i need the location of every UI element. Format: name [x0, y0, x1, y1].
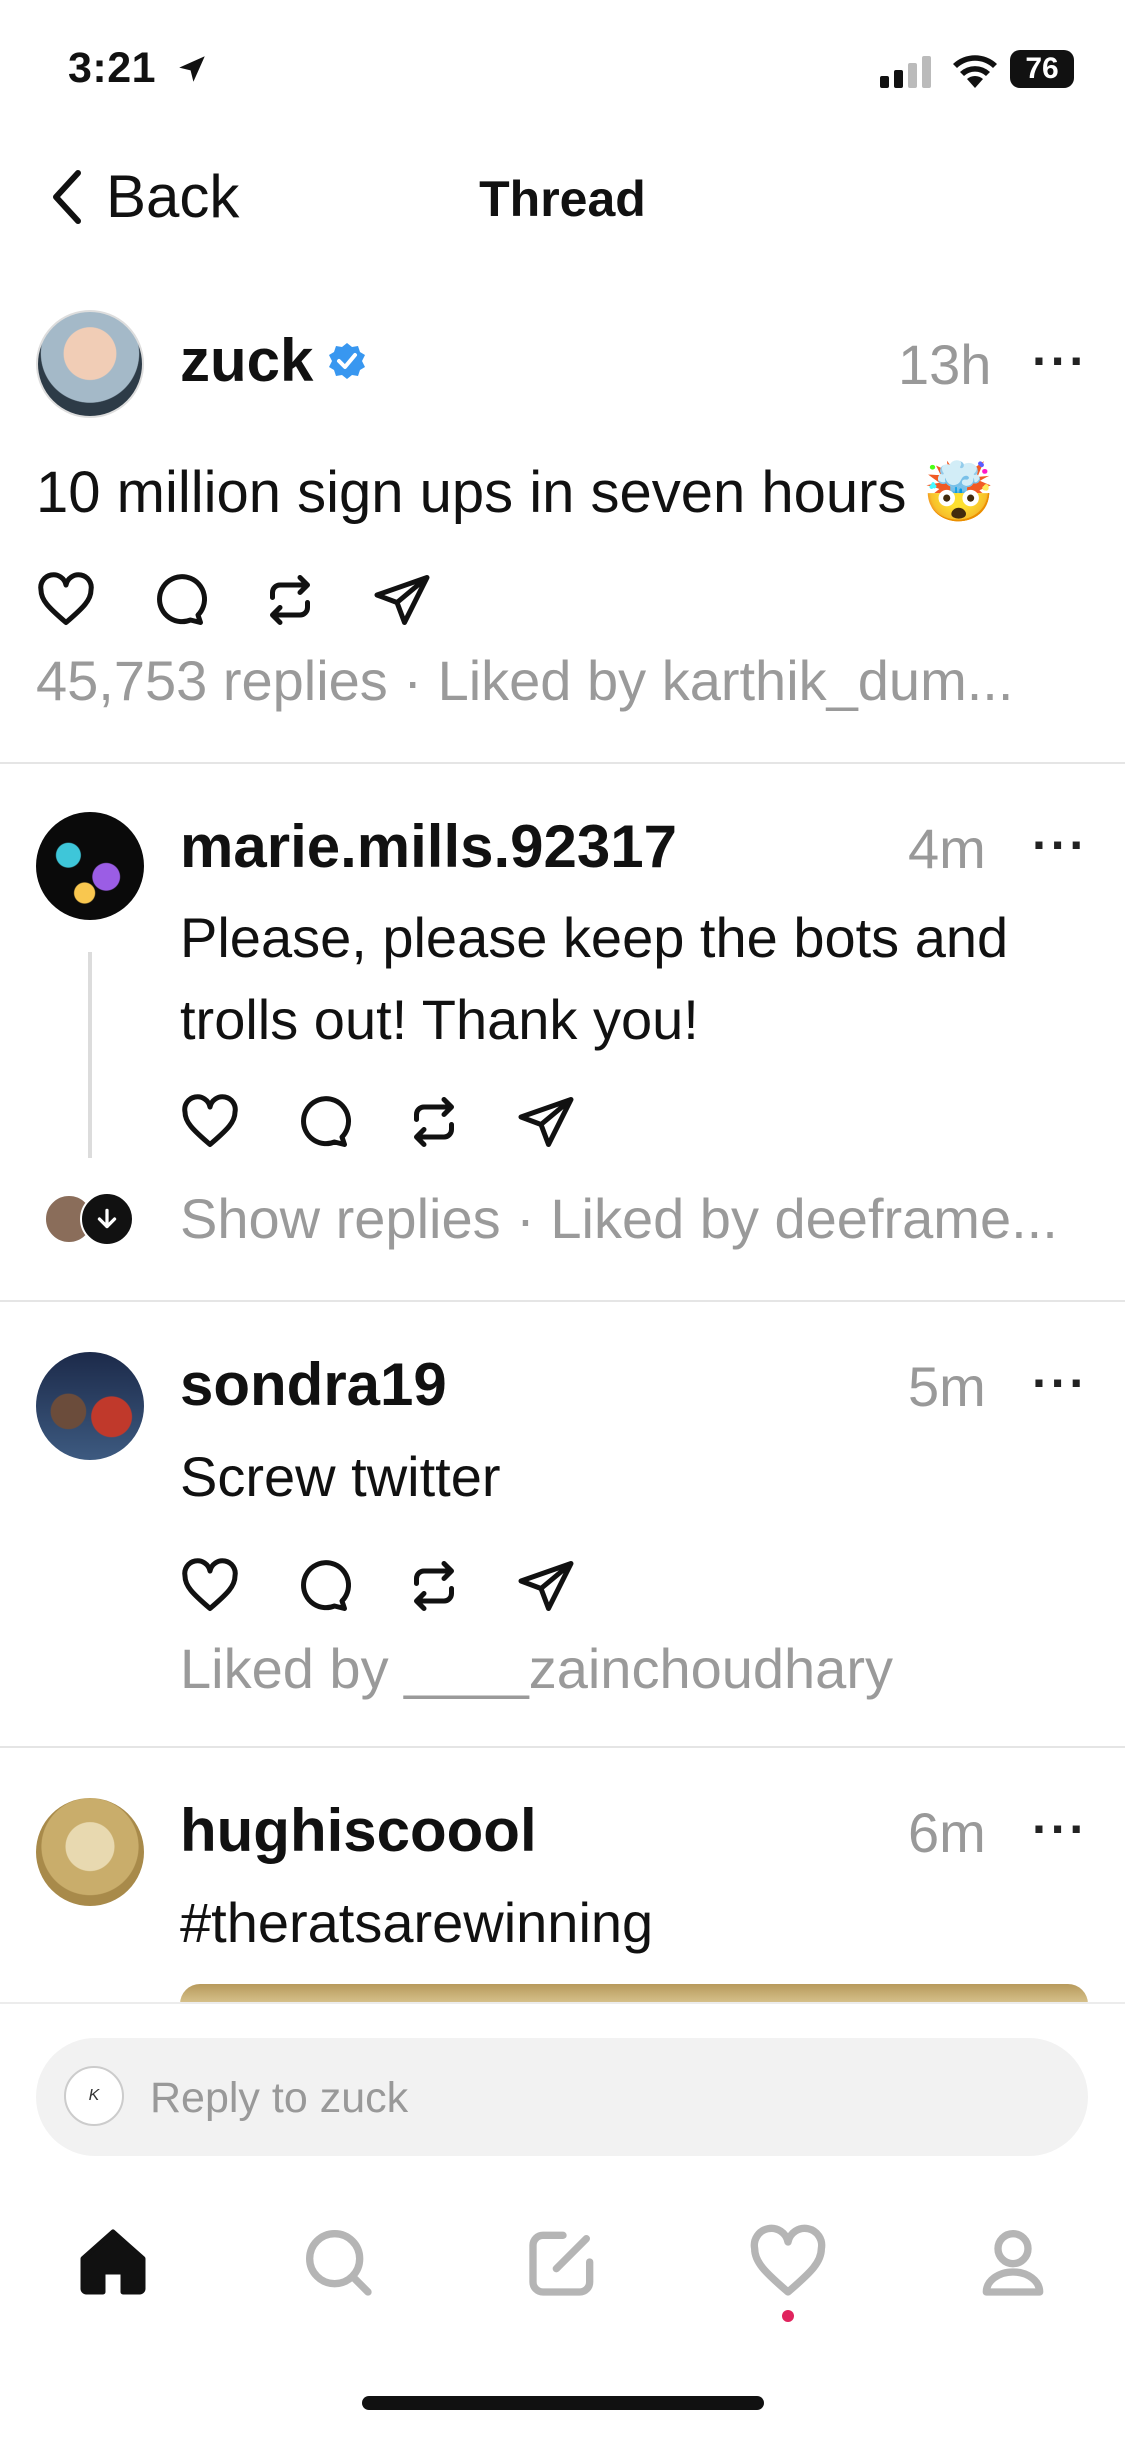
- share-icon[interactable]: [372, 570, 432, 630]
- reply-time: 6m: [908, 1801, 986, 1864]
- reply-time: 4m: [908, 817, 986, 880]
- divider: [0, 1300, 1125, 1302]
- home-icon[interactable]: [73, 2222, 153, 2302]
- more-options-icon[interactable]: ···: [1032, 332, 1088, 390]
- search-icon[interactable]: [298, 2222, 378, 2302]
- avatar-sondra[interactable]: [36, 1352, 144, 1460]
- battery-icon: 76: [1010, 50, 1074, 88]
- avatar-self: K: [64, 2066, 124, 2126]
- comment-icon[interactable]: [292, 1556, 352, 1616]
- divider: [0, 1746, 1125, 1748]
- repost-icon[interactable]: [260, 570, 320, 630]
- reply-text: #theratsarewinning: [180, 1891, 654, 1954]
- more-options-icon[interactable]: ···: [1032, 1800, 1088, 1858]
- repost-icon[interactable]: [404, 1092, 464, 1152]
- notification-dot: [782, 2310, 794, 2322]
- heart-icon[interactable]: [748, 2222, 828, 2302]
- post-time: 13h: [898, 333, 992, 396]
- tab-bar: [0, 2222, 1125, 2302]
- reply-placeholder: Reply to zuck: [150, 2074, 409, 2122]
- avatar-zuck[interactable]: [36, 310, 144, 418]
- battery-level: 76: [1025, 52, 1059, 85]
- wifi-icon: [950, 50, 1000, 95]
- reply-username[interactable]: marie.mills.92317: [180, 812, 677, 881]
- location-arrow-icon: [178, 56, 205, 82]
- signal-icon: [880, 54, 936, 93]
- status-time-text: 3:21: [68, 44, 157, 92]
- post-text: 10 million sign ups in seven hours 🤯: [36, 460, 995, 525]
- divider: [0, 762, 1125, 764]
- reply-input[interactable]: K Reply to zuck: [36, 2038, 1088, 2156]
- thread-line: [88, 952, 92, 1158]
- like-icon[interactable]: [180, 1092, 240, 1152]
- status-time: 3:21: [68, 44, 209, 93]
- comment-icon[interactable]: [292, 1092, 352, 1152]
- share-icon[interactable]: [516, 1556, 576, 1616]
- compose-icon[interactable]: [523, 2222, 603, 2302]
- avatar-marie[interactable]: [36, 812, 144, 920]
- reply-text: Please, please keep the bots and trolls …: [180, 906, 1009, 1051]
- like-icon[interactable]: [180, 1556, 240, 1616]
- reply-username[interactable]: hughiscoool: [180, 1796, 537, 1865]
- comment-icon[interactable]: [148, 570, 208, 630]
- reply-text: Screw twitter: [180, 1445, 501, 1508]
- reply-avatars-stack: [44, 1192, 134, 1246]
- avatar-hughiscoool[interactable]: [36, 1798, 144, 1906]
- post-meta[interactable]: 45,753 replies · Liked by karthik_dum...: [36, 648, 1116, 713]
- expand-replies-icon[interactable]: [80, 1192, 134, 1246]
- reply-image[interactable]: [180, 1984, 1088, 2004]
- verified-badge-icon: [329, 342, 366, 379]
- repost-icon[interactable]: [404, 1556, 464, 1616]
- more-options-icon[interactable]: ···: [1032, 816, 1088, 874]
- like-icon[interactable]: [36, 570, 96, 630]
- post-username[interactable]: zuck: [180, 326, 313, 395]
- reply-meta[interactable]: Liked by ____zainchoudhary: [180, 1636, 1100, 1701]
- profile-icon[interactable]: [973, 2222, 1053, 2302]
- reply-time: 5m: [908, 1355, 986, 1418]
- page-title: Thread: [479, 171, 646, 227]
- reply-meta[interactable]: Show replies · Liked by deeframe...: [180, 1186, 1125, 1251]
- share-icon[interactable]: [516, 1092, 576, 1152]
- home-indicator: [362, 2396, 764, 2410]
- reply-username[interactable]: sondra19: [180, 1350, 447, 1419]
- more-options-icon[interactable]: ···: [1032, 1354, 1088, 1412]
